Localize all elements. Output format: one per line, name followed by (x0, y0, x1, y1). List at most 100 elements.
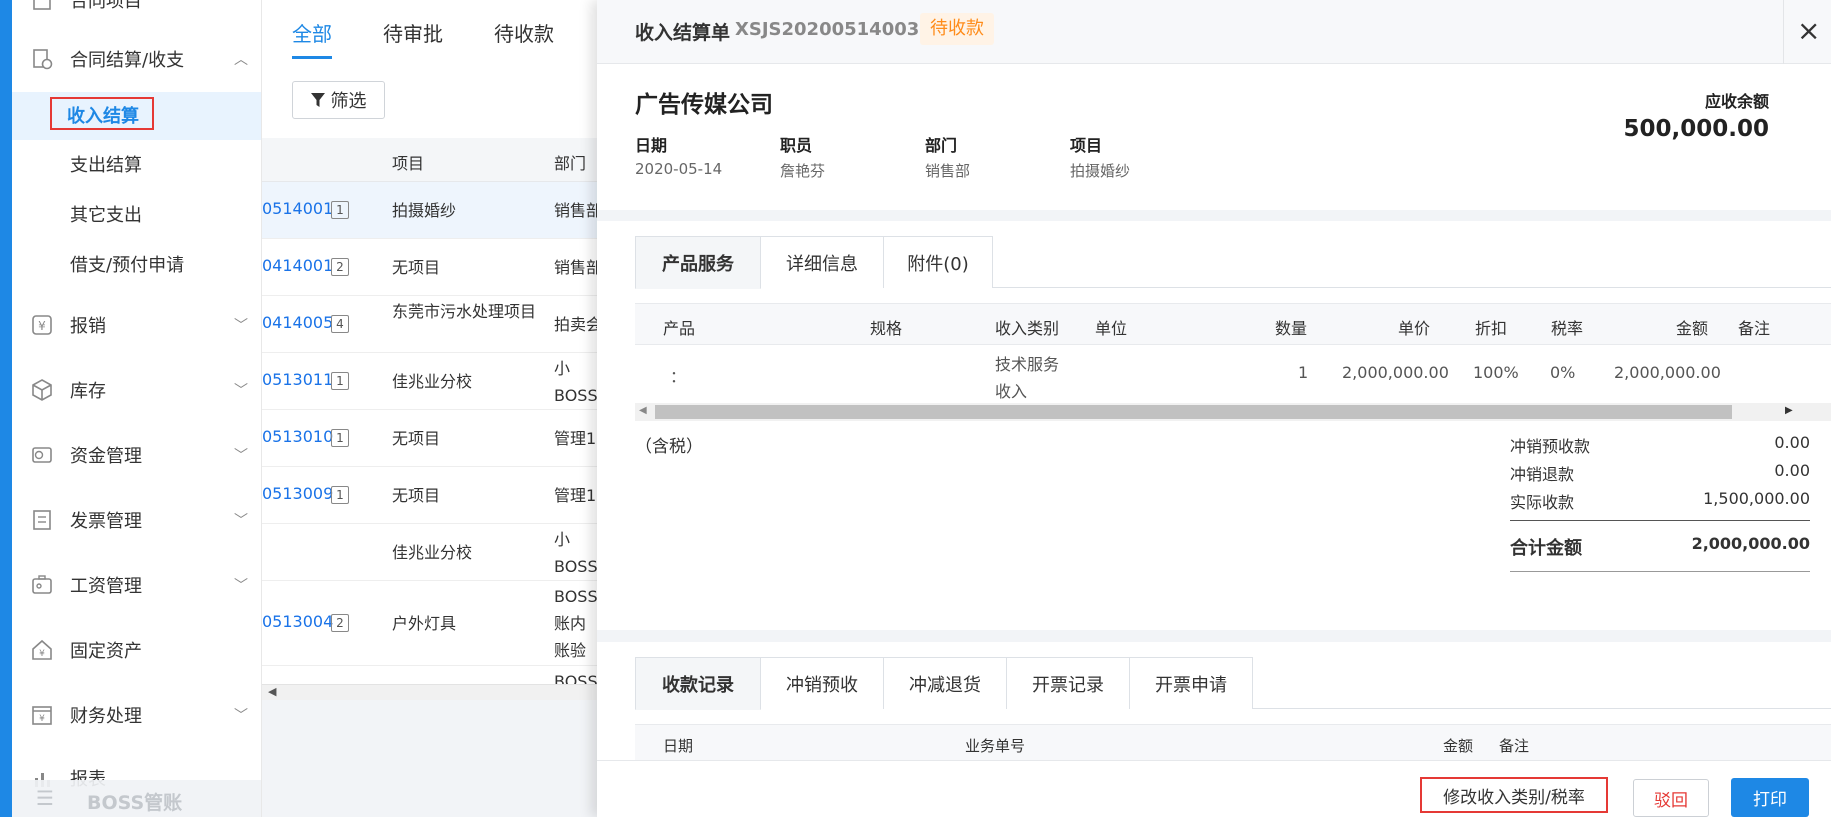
scroll-left-arrow-icon[interactable]: ◀ (268, 685, 276, 698)
total-value: 2,000,000.00 (1691, 534, 1810, 553)
sidebar-item-income-settlement[interactable]: 收入结算 (12, 92, 261, 140)
svg-text:¥: ¥ (39, 714, 45, 724)
tab-offset-prepaid[interactable]: 冲销预收 (760, 657, 884, 709)
chevron-down-icon: ﹀ (234, 708, 248, 724)
sidebar-item-fixed-assets[interactable]: ¥ 固定资产 (12, 635, 261, 665)
summary-label: 冲销退款 (1510, 465, 1575, 484)
house-icon: ¥ (32, 639, 52, 660)
menu-icon[interactable]: ☰ (36, 786, 54, 810)
count-badge: 1 (331, 429, 349, 447)
row-dept: BOSS账内账验 (554, 587, 597, 660)
table-row[interactable]: BOSS (262, 666, 597, 684)
tab-invoice-records[interactable]: 开票记录 (1006, 657, 1130, 709)
row-project: 户外灯具 (392, 614, 457, 633)
products-card: 产品服务 详细信息 附件(0) 产品 规格 收入类别 单位 数量 单价 折扣 税… (597, 221, 1831, 630)
doc-code[interactable]: 0513011 (262, 370, 333, 389)
scroll-right-arrow-icon[interactable]: ▶ (1785, 405, 1793, 416)
svg-text:¥: ¥ (38, 319, 46, 333)
contract-icon (33, 0, 51, 10)
table-row[interactable]: 佳兆业分校 小BOSS账 (262, 524, 597, 581)
settlement-list: 全部 待审批 待收款 筛选 项目 部门 0514001 1 拍摄婚纱 销售部 0… (262, 0, 597, 817)
tab-invoice-requests[interactable]: 开票申请 (1129, 657, 1253, 709)
table-row[interactable]: 0414001 2 无项目 销售部 (262, 239, 597, 296)
doc-code[interactable]: 0414001 (262, 256, 333, 275)
doc-code[interactable]: 0514001 (262, 199, 333, 218)
product-row[interactable]: ： 技术服务 收入 1 2,000,000.00 100% 0% 2,000,0… (635, 345, 1831, 403)
doc-code[interactable]: 0513009 (262, 484, 333, 503)
th-qty: 数量 (1275, 319, 1308, 338)
row-dept: 销售部 (554, 258, 597, 277)
sidebar-item-other-expense[interactable]: 其它支出 (70, 201, 142, 227)
horizontal-scrollbar[interactable]: ◀ (262, 684, 597, 700)
tab-products[interactable]: 产品服务 (635, 236, 761, 289)
filter-button[interactable]: 筛选 (292, 81, 385, 119)
row-dept: 销售部 (554, 201, 597, 220)
sidebar-item-label: 发票管理 (70, 511, 142, 532)
sidebar-item-label: 工资管理 (70, 576, 142, 597)
sidebar-item-inventory[interactable]: 库存 ﹀ (12, 375, 261, 405)
tab-offset-returns[interactable]: 冲减退货 (883, 657, 1007, 709)
sidebar-item-contracts[interactable]: 合同项目 (12, 0, 261, 14)
tab-details[interactable]: 详细信息 (760, 236, 884, 288)
sidebar-item-payroll[interactable]: 工资管理 ﹀ (12, 570, 261, 600)
tab-attachments[interactable]: 附件(0) (883, 236, 993, 288)
total-label: 合计金额 (1510, 538, 1582, 559)
settlement-icon (33, 49, 53, 70)
count-badge: 1 (331, 201, 349, 219)
close-button[interactable]: × (1783, 0, 1831, 64)
close-icon: × (1797, 14, 1821, 47)
cell-amount: 2,000,000.00 (1614, 363, 1721, 382)
ledger-icon: ¥ (32, 706, 52, 725)
reject-button[interactable]: 驳回 (1633, 779, 1709, 817)
tab-all[interactable]: 全部 (292, 18, 332, 47)
sidebar-item-expense-settlement[interactable]: 支出结算 (70, 151, 142, 177)
summary-value: 0.00 (1774, 433, 1810, 452)
sidebar-item-label: 固定资产 (70, 641, 142, 662)
tab-pending-receipt[interactable]: 待收款 (494, 18, 554, 47)
table-row[interactable]: 0514001 1 拍摄婚纱 销售部 (262, 182, 597, 239)
th-tax: 税率 (1551, 319, 1584, 338)
table-row[interactable]: 0513009 1 无项目 管理12 (262, 467, 597, 524)
invoice-icon (33, 510, 51, 530)
table-row[interactable]: 0513004 2 户外灯具 BOSS账内账验 (262, 581, 597, 666)
doc-number: XSJS20200514003 (735, 19, 920, 40)
chevron-down-icon: ﹀ (234, 318, 248, 334)
row-dept: 管理12 (554, 486, 597, 505)
scroll-left-arrow-icon[interactable]: ◀ (639, 405, 647, 416)
doc-code[interactable]: 0513004 (262, 612, 333, 631)
print-button[interactable]: 打印 (1731, 778, 1809, 817)
table-scrollbar[interactable]: ◀ ▶ (635, 403, 1831, 421)
info-value-dept: 销售部 (925, 162, 971, 180)
row-project: 无项目 (392, 258, 441, 277)
scrollbar-thumb[interactable] (655, 405, 1732, 419)
table-row[interactable]: 0513011 1 佳兆业分校 小BOSS账 (262, 353, 597, 410)
sidebar-item-loan[interactable]: 借支/预付申请 (70, 251, 184, 277)
tab-pending-approval[interactable]: 待审批 (383, 18, 443, 47)
sidebar-item-finance[interactable]: ¥ 财务处理 ﹀ (12, 700, 261, 730)
table-row[interactable]: 0414005 4 东莞市污水处理项目 拍卖会 (262, 296, 597, 353)
doc-code[interactable]: 0513010 (262, 427, 333, 446)
sidebar-item-label: 报销 (70, 316, 106, 337)
sidebar-item-settlement[interactable]: 合同结算/收支 ︿ (12, 44, 261, 74)
table-row[interactable]: 0513010 1 无项目 管理12 (262, 410, 597, 467)
summary-value: 0.00 (1774, 461, 1810, 480)
summary-bottom-line (1510, 571, 1810, 572)
yuan-icon: ¥ (32, 315, 52, 335)
count-badge: 2 (331, 258, 349, 276)
cell-category-line2: 收入 (995, 382, 1028, 401)
info-value-project: 拍摄婚纱 (1070, 162, 1131, 180)
sidebar-item-invoice[interactable]: 发票管理 ﹀ (12, 505, 261, 535)
sidebar-item-reimburse[interactable]: ¥ 报销 ﹀ (12, 310, 261, 340)
summary-divider (1510, 520, 1810, 521)
th-category: 收入类别 (995, 319, 1060, 338)
row-project: 无项目 (392, 486, 441, 505)
chevron-up-icon: ︿ (234, 52, 248, 68)
doc-code[interactable]: 0414005 (262, 313, 333, 332)
sidebar-item-funds[interactable]: 资金管理 ﹀ (12, 440, 261, 470)
row-project: 拍摄婚纱 (392, 201, 457, 220)
tab-receipts[interactable]: 收款记录 (635, 657, 761, 710)
modify-category-tax-button[interactable]: 修改收入类别/税率 (1420, 777, 1608, 813)
summary-label: 实际收款 (1510, 493, 1575, 512)
chevron-down-icon: ﹀ (234, 448, 248, 464)
th-amount: 金额 (1676, 319, 1709, 338)
